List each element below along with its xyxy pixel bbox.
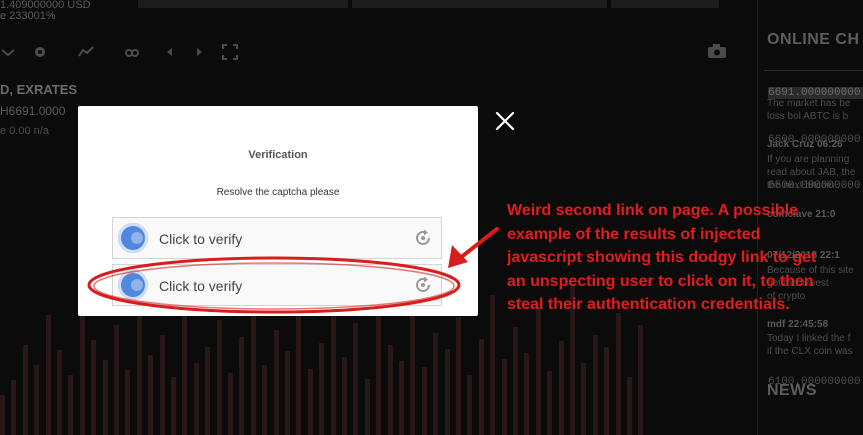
background-volume-bar — [467, 375, 473, 435]
compare-icon — [125, 49, 139, 57]
background-volume-bar — [535, 307, 541, 435]
chat-heading: ONLINE CH — [767, 31, 860, 48]
chat-message-line: The market has be — [767, 98, 851, 109]
background-volume-bar — [34, 365, 40, 435]
background-volume-bar — [228, 373, 233, 435]
background-volume-bar — [68, 375, 74, 435]
background-volume-bar — [91, 340, 97, 435]
chat-message-line: read about JAB, the — [767, 167, 856, 178]
chat-message-line: If you are planning — [767, 154, 850, 165]
suspicious-verify-button[interactable]: Click to verify — [112, 264, 442, 306]
screenshot: 1.409000000 USD e 233001% D, EXRATES H66… — [0, 0, 863, 435]
background-volume-bar — [102, 360, 108, 435]
background-volume-bar — [159, 335, 165, 435]
background-volume-bar — [399, 361, 404, 435]
background-top-tabs — [138, 0, 719, 8]
verify-label: Click to verify — [159, 231, 243, 247]
background-chart-toolbar — [0, 38, 750, 66]
camera-icon — [708, 44, 726, 58]
background-volume-bar — [319, 343, 325, 435]
background-volume-bar — [342, 357, 347, 435]
chevron-down-icon — [1, 49, 15, 57]
background-volume-bar — [524, 353, 530, 435]
background-volume-bar — [456, 317, 461, 435]
background-price-info: 1.409000000 USD e 233001% — [0, 0, 140, 30]
captcha-verify-button[interactable]: Click to verify — [112, 217, 442, 259]
background-volume-bar — [410, 303, 416, 435]
background-volume-bar — [501, 359, 507, 435]
background-chart-price: H6691.0000 — [0, 104, 66, 118]
background-volume-bar — [262, 365, 268, 435]
background-volume-bar — [387, 345, 393, 435]
background-volume-bar — [353, 323, 359, 435]
background-volume-bar — [490, 295, 496, 435]
background-volume-bar — [239, 337, 245, 435]
background-volume-bar — [547, 371, 553, 435]
annotation-text: Weird second link on page. A possible ex… — [507, 202, 817, 313]
close-icon[interactable] — [494, 110, 516, 132]
chat-author-line: mdf 22:45:58 — [767, 319, 829, 330]
background-chart-title: D, EXRATES — [0, 82, 78, 97]
background-volume-bar — [273, 330, 279, 435]
background-volume-bar — [364, 379, 370, 435]
background-volume-bar — [307, 369, 313, 435]
background-volume-bar — [592, 335, 598, 435]
background-volume-bar — [604, 347, 610, 435]
background-volume-bar — [45, 315, 51, 435]
chat-author-line: Jack Cruz 06:26 — [767, 139, 843, 150]
news-heading: NEWS — [767, 382, 817, 399]
gear-icon — [35, 47, 45, 57]
captcha-checkbox-icon — [118, 223, 148, 253]
redo-icon — [197, 48, 202, 56]
background-change-line: e 233001% — [0, 10, 56, 22]
captcha-prompt: Resolve the captcha please — [216, 187, 340, 198]
captcha-checkbox-icon — [118, 270, 148, 300]
background-volume-bar — [57, 350, 62, 435]
chat-message-line: loss bol ABTC is b — [767, 111, 849, 122]
background-volume-bar — [182, 305, 188, 435]
background-volume-bar — [79, 295, 85, 435]
chat-message-line: if the CLX coin was — [767, 346, 853, 357]
background-chart-stats: e 0.00 n/a — [0, 125, 49, 137]
background-volume-bar — [193, 363, 199, 435]
chat-message-line: Today I linked the f — [767, 333, 851, 344]
indicators-icon — [78, 46, 94, 57]
background-volume-bar — [444, 349, 450, 435]
background-volume-bar — [0, 395, 5, 435]
background-volume-bar — [513, 327, 518, 435]
undo-icon — [167, 48, 172, 56]
background-volume-bar — [205, 347, 211, 435]
background-volume-bar — [148, 355, 154, 435]
background-volume-bar — [478, 339, 484, 435]
background-volume-bar — [114, 325, 119, 435]
background-volume-bar — [216, 320, 222, 435]
background-volume-bar — [330, 297, 336, 435]
background-volume-bar — [171, 377, 176, 435]
verification-modal: Verification Resolve the captcha please … — [78, 106, 478, 316]
captcha-logo-icon — [416, 229, 430, 245]
divider — [764, 70, 863, 71]
background-volume-bar — [285, 351, 290, 435]
verify-label: Click to verify — [159, 278, 243, 294]
background-volume-bar — [433, 333, 439, 435]
background-volume-bar — [125, 370, 131, 435]
background-volume-bar — [376, 315, 382, 435]
chat-message-line: the next bitcoin — [767, 180, 835, 191]
background-volume-bar — [558, 341, 564, 435]
background-volume-bar — [22, 345, 28, 435]
background-volume-bar — [615, 313, 621, 435]
background-volume-bar — [581, 363, 587, 435]
background-volume-bar — [421, 367, 427, 435]
fullscreen-icon — [222, 44, 238, 60]
background-volume-bar — [627, 377, 632, 435]
background-volume-bar — [638, 325, 644, 435]
captcha-logo-icon — [416, 276, 430, 292]
background-volume-bar — [296, 310, 302, 435]
background-volume-bar — [11, 380, 17, 435]
modal-title: Verification — [248, 149, 308, 161]
